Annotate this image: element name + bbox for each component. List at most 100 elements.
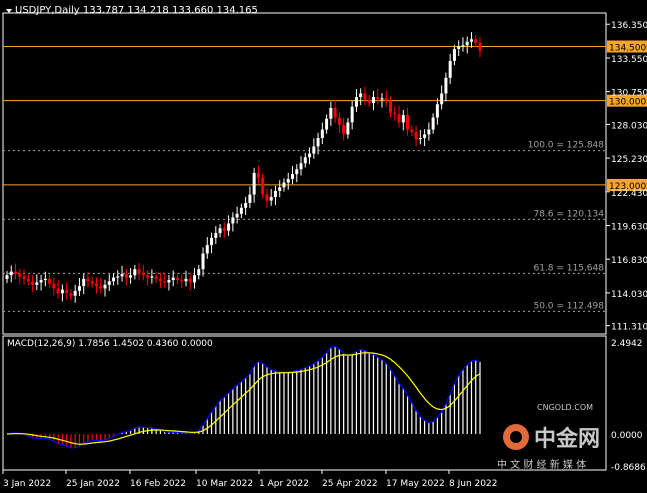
candle-bull <box>218 228 222 234</box>
candle-bull <box>107 281 111 285</box>
date-label: 16 Feb 2022 <box>130 479 186 489</box>
candle-bear <box>56 288 60 294</box>
candle-bear <box>175 277 179 281</box>
candle-bull <box>350 106 354 123</box>
candle-bull <box>431 117 435 130</box>
candle-bull <box>291 174 295 179</box>
candle-bear <box>141 272 145 276</box>
candle-bear <box>146 275 150 278</box>
candle-bull <box>452 48 456 61</box>
fib-label: 100.0 = 125.848 <box>528 141 605 151</box>
candle-bull <box>205 245 209 254</box>
candle-bull <box>129 275 133 278</box>
macd-tick-label: 2.4942 <box>611 339 643 349</box>
candle-bear <box>414 131 418 140</box>
date-label: 10 Mar 2022 <box>196 479 253 489</box>
candle-bear <box>188 278 192 283</box>
candle-bull <box>201 253 205 270</box>
candle-bull <box>418 137 422 140</box>
candle-bull <box>371 97 375 104</box>
candle-bull <box>112 277 116 282</box>
candle-bull <box>329 107 333 119</box>
candle-bull <box>469 39 473 42</box>
price-tick-label: 116.830 <box>611 256 647 266</box>
candle-bull <box>197 269 201 276</box>
date-label: 3 Jan 2022 <box>3 479 51 489</box>
candle-bull <box>5 275 9 279</box>
date-label: 25 Jan 2022 <box>66 479 120 489</box>
candle-bull <box>325 118 329 130</box>
candle-bear <box>342 124 346 135</box>
date-label: 17 May 2022 <box>386 479 445 489</box>
candle-bull <box>192 275 196 283</box>
candle-bull <box>210 237 214 246</box>
date-label: 25 Apr 2022 <box>322 479 378 489</box>
candle-bear <box>90 281 94 284</box>
candle-bull <box>133 269 137 276</box>
candle-bear <box>14 271 18 275</box>
candle-bear <box>158 278 162 282</box>
macd-tick-label: 0.0000 <box>611 431 643 441</box>
candle-bear <box>389 100 393 113</box>
candle-bull <box>43 278 47 281</box>
watermark-site: CNGOLD.COM <box>537 403 593 412</box>
candle-bull <box>286 178 290 183</box>
chart-window[interactable]: USDJPY,Daily 133.787 134.218 133.660 134… <box>0 0 647 489</box>
candle-bull <box>116 276 120 278</box>
candle-bull <box>308 153 312 158</box>
candle-bull <box>82 278 86 287</box>
candle-bull <box>295 169 299 175</box>
fib-label: 50.0 = 112.498 <box>533 301 604 311</box>
candle-bull <box>269 196 273 201</box>
candle-bear <box>86 278 90 282</box>
candle-bull <box>282 182 286 188</box>
symbol-header: USDJPY,Daily 133.787 134.218 133.660 134… <box>15 5 258 16</box>
candle-bull <box>299 163 303 170</box>
candle-bull <box>346 122 350 135</box>
fib-label: 61.8 = 115.648 <box>533 263 604 273</box>
candle-bull <box>273 190 277 197</box>
candle-bull <box>457 46 461 49</box>
price-tick-label: 128.030 <box>611 121 647 131</box>
candle-bear <box>367 99 371 104</box>
candle-bear <box>94 283 98 287</box>
candle-bear <box>376 97 380 100</box>
candle-bull <box>427 129 431 135</box>
candle-bull <box>9 271 13 276</box>
candle-bear <box>410 129 414 132</box>
candle-bear <box>363 93 367 100</box>
candle-bear <box>22 276 26 279</box>
candle-bear <box>154 276 158 279</box>
candle-bull <box>401 115 405 123</box>
candle-bear <box>137 269 141 273</box>
candle-bull <box>214 233 218 238</box>
candle-bull <box>239 207 243 214</box>
price-tick-label: 122.430 <box>611 189 647 199</box>
candle-bear <box>333 107 337 118</box>
fib-label: 78.6 = 120.134 <box>533 209 604 219</box>
candle-bull <box>120 274 124 277</box>
candle-bull <box>435 104 439 118</box>
candle-bull <box>380 98 384 100</box>
candle-bull <box>35 282 39 285</box>
candle-bear <box>397 113 401 123</box>
candle-bull <box>440 93 444 105</box>
candle-bear <box>52 283 56 289</box>
candle-bull <box>248 194 252 203</box>
candle-bull <box>303 157 307 164</box>
candle-bull <box>278 187 282 191</box>
level-price-label: 134.500 <box>609 44 646 54</box>
candle-bear <box>222 228 226 231</box>
candle-bull <box>316 137 320 147</box>
candle-bull <box>320 129 324 138</box>
candle-bull <box>444 77 448 94</box>
candle-bear <box>163 281 167 283</box>
date-label: 8 Jun 2022 <box>449 479 497 489</box>
date-label: 1 Apr 2022 <box>259 479 309 489</box>
candle-bear <box>393 112 397 114</box>
candle-bull <box>359 93 363 98</box>
candle-bull <box>423 134 427 138</box>
chart-background <box>0 0 647 489</box>
candle-bull <box>448 60 452 78</box>
candle-bear <box>18 274 22 277</box>
